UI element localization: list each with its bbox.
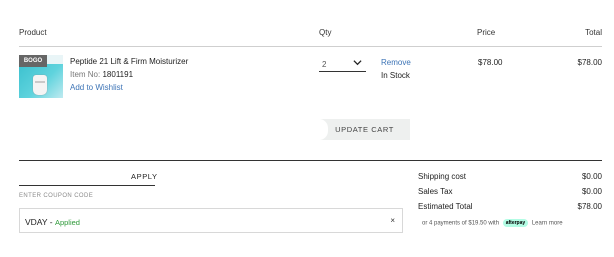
col-header-total: Total [585,28,602,37]
product-name[interactable]: Peptide 21 Lift & Firm Moisturizer [70,57,188,66]
remove-link[interactable]: Remove [381,58,411,67]
item-number-value: 1801191 [102,70,134,79]
col-header-qty: Qty [319,28,332,37]
chevron-down-icon [353,60,362,66]
sales-tax-value: $0.00 [581,187,602,196]
apply-coupon-tab[interactable]: APPLY [131,172,158,181]
item-number: Item No: 1801191 [70,70,133,79]
estimated-total-value: $78.00 [577,202,602,211]
product-thumbnail[interactable]: BOGO [19,55,63,98]
header-divider [19,46,602,47]
update-cart-button[interactable]: UPDATE CART [319,119,410,140]
quantity-value: 2 [322,60,327,69]
afterpay-logo: afterpay [502,219,529,227]
coupon-separator: - [47,217,55,227]
item-number-label: Item No: [70,70,101,79]
coupon-field[interactable]: VDAY - Applied × [19,208,403,233]
afterpay-learn-more-link[interactable]: Learn more [532,221,563,227]
quantity-select[interactable]: 2 [319,56,366,72]
estimated-total-label: Estimated Total [418,202,473,211]
item-price: $78.00 [478,58,503,67]
coupon-code: VDAY [25,217,48,227]
bogo-badge: BOGO [19,55,47,67]
coupon-entry: VDAY - Applied [25,217,80,227]
apply-tab-underline [19,185,155,186]
col-header-price: Price [477,28,496,37]
shipping-cost-label: Shipping cost [418,172,467,181]
col-header-product: Product [19,28,47,37]
shipping-cost-value: $0.00 [581,172,602,181]
section-divider [19,160,602,161]
add-to-wishlist-link[interactable]: Add to Wishlist [70,83,123,92]
update-cart-label: UPDATE CART [335,125,394,134]
coupon-field-label: ENTER COUPON CODE [19,193,94,199]
remove-coupon-icon[interactable]: × [390,216,395,225]
afterpay-text: or 4 payments of $19.50 with [422,220,500,227]
item-total: $78.00 [577,58,602,67]
coupon-status: Applied [54,218,80,227]
afterpay-message: or 4 payments of $19.50 with afterpay Le… [422,219,563,227]
stock-status: In Stock [381,71,410,80]
product-jar-image [33,75,47,95]
sales-tax-label: Sales Tax [418,187,453,196]
